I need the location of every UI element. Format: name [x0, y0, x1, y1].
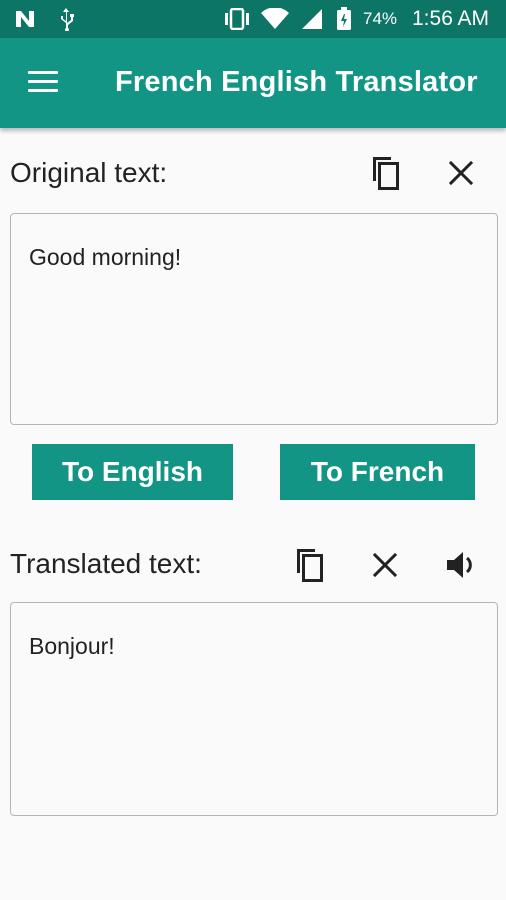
signal-icon — [300, 0, 324, 38]
close-icon[interactable] — [365, 545, 405, 585]
speaker-icon[interactable] — [441, 545, 481, 585]
to-french-button[interactable]: To French — [280, 444, 475, 500]
original-text-label: Original text: — [10, 157, 168, 188]
translated-text-label: Translated text: — [10, 548, 202, 579]
to-english-button[interactable]: To English — [32, 444, 233, 500]
battery-icon — [336, 0, 352, 38]
battery-percent: 74% — [363, 9, 398, 28]
copy-icon[interactable] — [365, 153, 405, 193]
clock: 1:56 AM — [412, 7, 490, 30]
n-icon — [14, 0, 38, 38]
close-icon[interactable] — [441, 153, 481, 193]
app-title: French English Translator — [115, 66, 478, 98]
copy-icon[interactable] — [289, 545, 329, 585]
app-bar: French English Translator — [0, 38, 506, 128]
menu-icon[interactable] — [28, 69, 60, 95]
translated-text-output[interactable]: Bonjour! — [10, 602, 498, 816]
original-text-input[interactable]: Good morning! — [10, 213, 498, 425]
usb-icon — [56, 0, 76, 38]
vibrate-icon — [222, 0, 252, 38]
wifi-icon — [260, 0, 290, 38]
status-bar: 74% 1:56 AM — [0, 0, 506, 38]
